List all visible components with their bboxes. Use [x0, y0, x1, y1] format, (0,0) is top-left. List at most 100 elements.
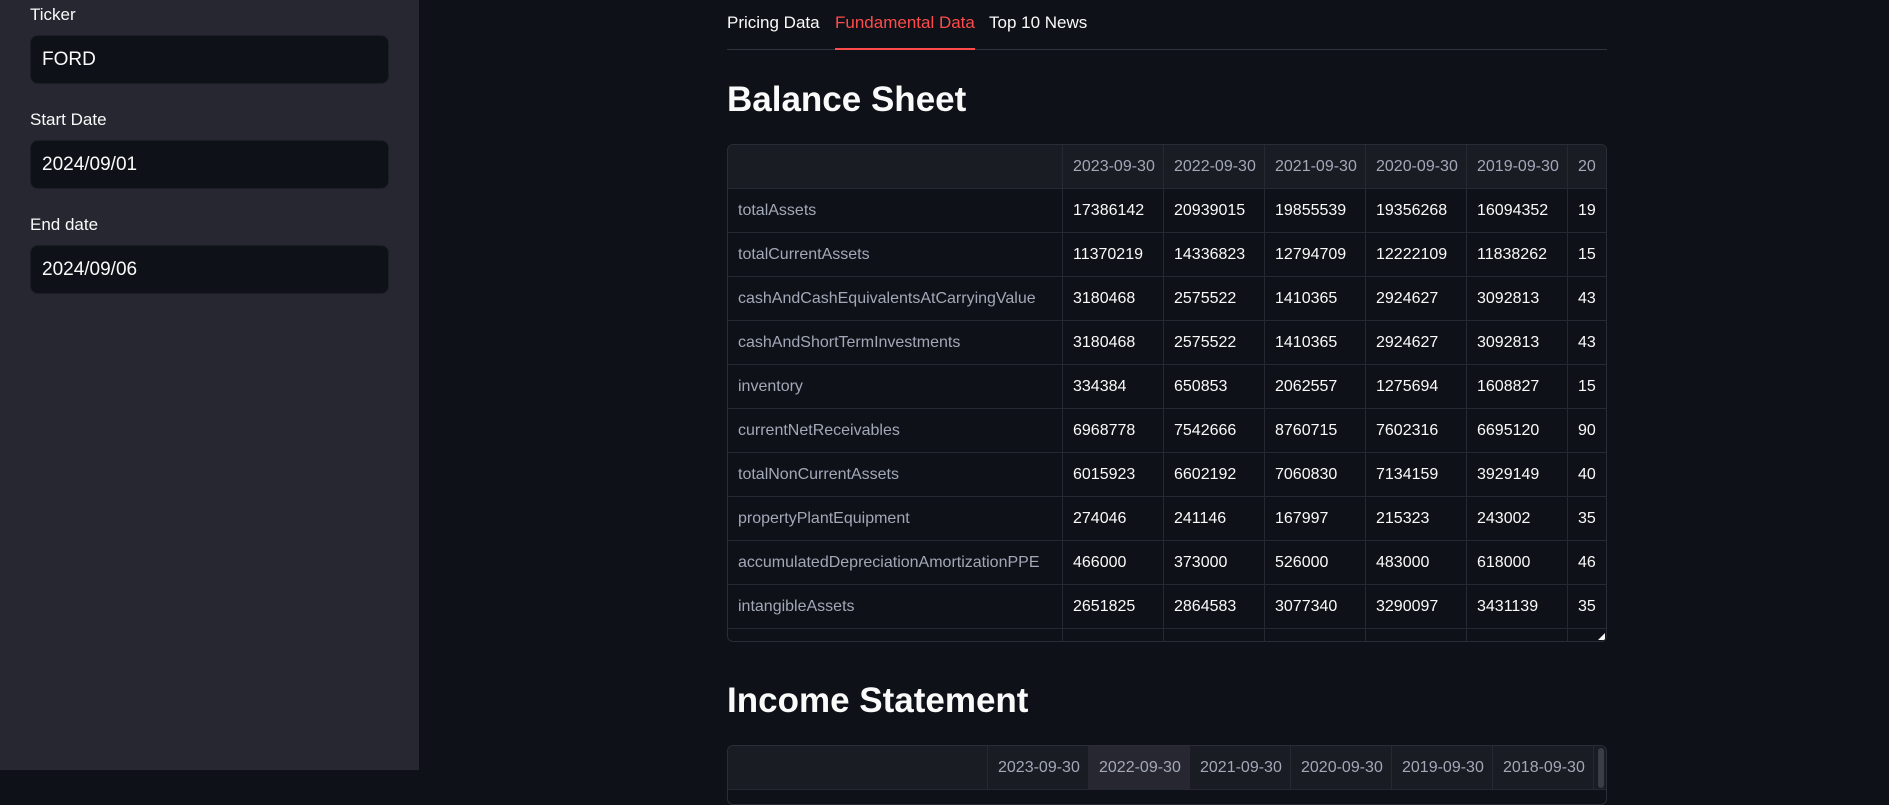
column-header[interactable]: 2022-09-30: [1089, 746, 1190, 789]
column-header[interactable]: 2020-09-30: [1366, 145, 1467, 188]
table-cell[interactable]: 11370219: [1063, 233, 1164, 276]
table-cell[interactable]: 7060830: [1265, 453, 1366, 496]
table-cell[interactable]: 2651825: [1063, 585, 1164, 628]
column-header[interactable]: 2021-09-30: [1265, 145, 1366, 188]
table-cell[interactable]: [1467, 629, 1568, 641]
table-cell[interactable]: 90: [1568, 409, 1606, 452]
column-header[interactable]: 2019-09-30: [1467, 145, 1568, 188]
table-cell[interactable]: 3077340: [1265, 585, 1366, 628]
table-cell[interactable]: 2864583: [1164, 585, 1265, 628]
column-header[interactable]: 2023-09-30: [1063, 145, 1164, 188]
table-cell[interactable]: 19356268: [1366, 189, 1467, 232]
row-label[interactable]: propertyPlantEquipment: [728, 497, 1063, 540]
column-header[interactable]: [728, 145, 1063, 188]
table-cell[interactable]: 1410365: [1265, 277, 1366, 320]
table-cell[interactable]: 1410365: [1265, 321, 1366, 364]
table-cell[interactable]: 167997: [1265, 497, 1366, 540]
table-cell[interactable]: 650853: [1164, 365, 1265, 408]
table-cell[interactable]: 3092813: [1467, 321, 1568, 364]
start-date-input[interactable]: 2024/09/01: [30, 140, 389, 189]
table-cell[interactable]: 6602192: [1164, 453, 1265, 496]
table-cell[interactable]: 17386142: [1063, 189, 1164, 232]
table-cell[interactable]: 483000: [1366, 541, 1467, 584]
table-cell[interactable]: 241146: [1164, 497, 1265, 540]
ticker-input[interactable]: FORD: [30, 35, 389, 84]
table-cell[interactable]: 2575522: [1164, 277, 1265, 320]
table-cell[interactable]: 3929149: [1467, 453, 1568, 496]
row-label[interactable]: totalCurrentAssets: [728, 233, 1063, 276]
table-cell[interactable]: [1164, 629, 1265, 641]
table-cell[interactable]: 16094352: [1467, 189, 1568, 232]
table-cell[interactable]: 3180468: [1063, 277, 1164, 320]
table-cell[interactable]: 20939015: [1164, 189, 1265, 232]
table-cell[interactable]: [1366, 629, 1467, 641]
row-label[interactable]: cashAndCashEquivalentsAtCarryingValue: [728, 277, 1063, 320]
row-label[interactable]: inventory: [728, 365, 1063, 408]
table-cell[interactable]: 1608827: [1467, 365, 1568, 408]
table-cell[interactable]: 11838262: [1467, 233, 1568, 276]
table-cell[interactable]: 12222109: [1366, 233, 1467, 276]
table-cell[interactable]: 2924627: [1366, 321, 1467, 364]
scrollbar[interactable]: [1598, 748, 1604, 788]
table-cell[interactable]: 1275694: [1366, 365, 1467, 408]
table-cell[interactable]: 373000: [1164, 541, 1265, 584]
table-cell[interactable]: 243002: [1467, 497, 1568, 540]
row-label[interactable]: totalNonCurrentAssets: [728, 453, 1063, 496]
income-statement-table[interactable]: 2023-09-30 2022-09-30 2021-09-30 2020-09-30…: [727, 745, 1607, 805]
table-cell[interactable]: 7134159: [1366, 453, 1467, 496]
column-header[interactable]: 20: [1568, 145, 1606, 188]
table-cell[interactable]: 14336823: [1164, 233, 1265, 276]
table-cell[interactable]: 6015923: [1063, 453, 1164, 496]
column-header[interactable]: 2023-09-30: [988, 746, 1089, 789]
column-header[interactable]: 2021-09-30: [1190, 746, 1291, 789]
resize-handle[interactable]: [1598, 633, 1605, 640]
table-cell[interactable]: 6695120: [1467, 409, 1568, 452]
table-cell[interactable]: 35: [1568, 585, 1606, 628]
table-cell[interactable]: 3092813: [1467, 277, 1568, 320]
row-label[interactable]: currentNetReceivables: [728, 409, 1063, 452]
table-cell[interactable]: 2924627: [1366, 277, 1467, 320]
row-label[interactable]: [728, 629, 1063, 641]
row-label[interactable]: intangibleAssets: [728, 585, 1063, 628]
table-cell[interactable]: 46: [1568, 541, 1606, 584]
table-cell[interactable]: 2575522: [1164, 321, 1265, 364]
table-cell[interactable]: 15: [1568, 233, 1606, 276]
column-header[interactable]: 2022-09-30: [1164, 145, 1265, 188]
table-cell[interactable]: 334384: [1063, 365, 1164, 408]
tab-fundamental-data[interactable]: Fundamental Data: [835, 13, 975, 50]
table-cell[interactable]: 6968778: [1063, 409, 1164, 452]
table-cell[interactable]: 215323: [1366, 497, 1467, 540]
table-cell[interactable]: 7542666: [1164, 409, 1265, 452]
table-cell[interactable]: 466000: [1063, 541, 1164, 584]
table-cell[interactable]: 2062557: [1265, 365, 1366, 408]
row-label[interactable]: cashAndShortTermInvestments: [728, 321, 1063, 364]
balance-sheet-table[interactable]: 2023-09-30 2022-09-30 2021-09-30 2020-09-30…: [727, 144, 1607, 642]
table-cell[interactable]: [1063, 629, 1164, 641]
column-header[interactable]: [728, 746, 988, 789]
table-cell[interactable]: 3290097: [1366, 585, 1467, 628]
table-cell[interactable]: 40: [1568, 453, 1606, 496]
table-cell[interactable]: 8760715: [1265, 409, 1366, 452]
column-header[interactable]: 2019-09-30: [1392, 746, 1493, 789]
tab-pricing-data[interactable]: Pricing Data: [727, 13, 820, 50]
table-cell[interactable]: 7602316: [1366, 409, 1467, 452]
table-cell[interactable]: 618000: [1467, 541, 1568, 584]
column-header[interactable]: 2020-09-30: [1291, 746, 1392, 789]
table-cell[interactable]: 43: [1568, 277, 1606, 320]
table-cell[interactable]: 15: [1568, 365, 1606, 408]
table-cell[interactable]: 3431139: [1467, 585, 1568, 628]
table-cell[interactable]: 3180468: [1063, 321, 1164, 364]
table-cell[interactable]: [1265, 629, 1366, 641]
table-cell[interactable]: 19: [1568, 189, 1606, 232]
row-label[interactable]: accumulatedDepreciationAmortizationPPE: [728, 541, 1063, 584]
tab-top-10-news[interactable]: Top 10 News: [989, 13, 1087, 50]
end-date-input[interactable]: 2024/09/06: [30, 245, 389, 294]
row-label[interactable]: totalAssets: [728, 189, 1063, 232]
table-cell[interactable]: 43: [1568, 321, 1606, 364]
table-cell[interactable]: 19855539: [1265, 189, 1366, 232]
table-cell[interactable]: 274046: [1063, 497, 1164, 540]
column-header[interactable]: 2018-09-30: [1493, 746, 1594, 789]
table-cell[interactable]: 12794709: [1265, 233, 1366, 276]
table-cell[interactable]: 35: [1568, 497, 1606, 540]
table-cell[interactable]: 526000: [1265, 541, 1366, 584]
